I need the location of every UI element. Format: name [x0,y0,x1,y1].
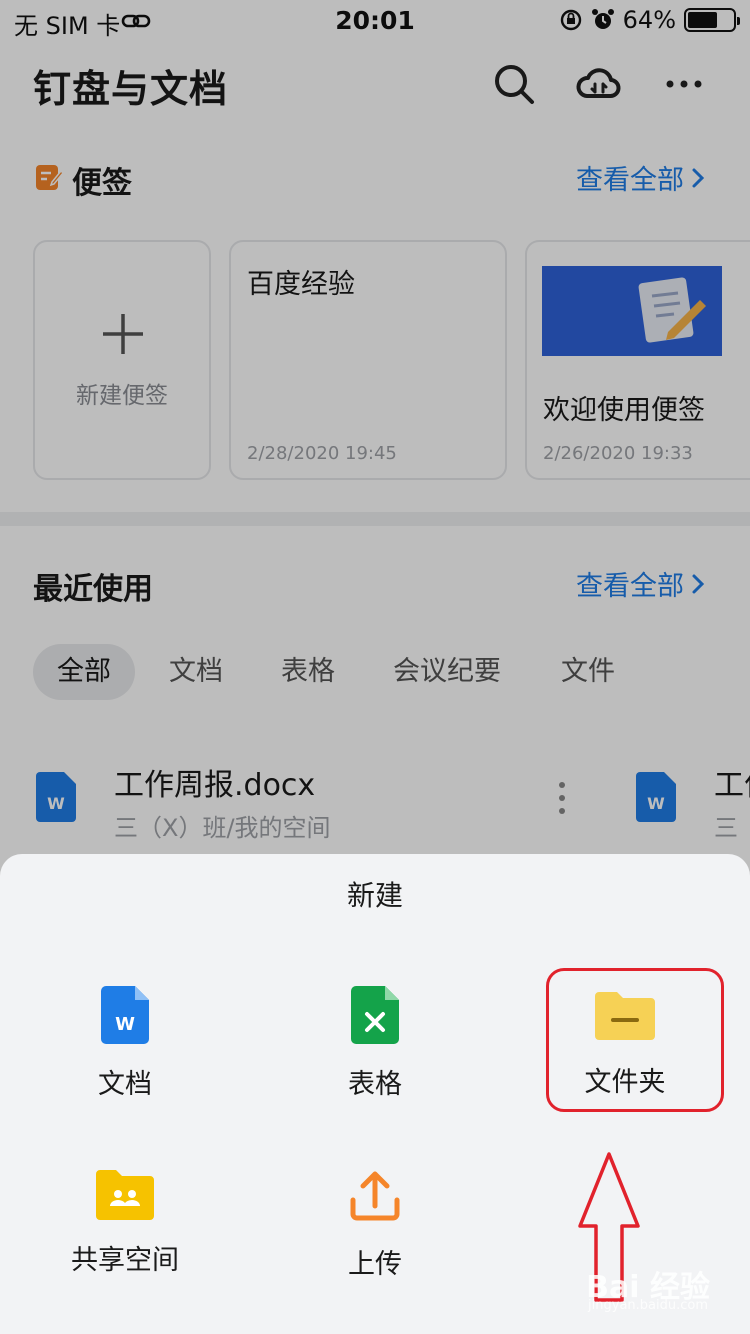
watermark-url: jingyan.baidu.com [588,1298,708,1313]
upload-label: 上传 [348,1249,402,1280]
shared-space-icon [96,1170,154,1220]
spreadsheet-icon [351,986,399,1044]
svg-text:W: W [115,1014,135,1035]
create-shared-space-option[interactable]: 共享空间 [0,1170,250,1277]
create-sheet-label: 表格 [348,1069,402,1100]
upload-icon [350,1171,400,1221]
upload-option[interactable]: 上传 [250,1168,500,1281]
highlight-box [546,968,724,1112]
create-doc-option[interactable]: W 文档 [0,986,250,1101]
word-doc-icon: W [101,986,149,1044]
create-doc-label: 文档 [98,1069,152,1100]
create-sheet-option[interactable]: 表格 [250,986,500,1101]
create-shared-space-label: 共享空间 [71,1245,179,1276]
sheet-title: 新建 [346,879,403,912]
